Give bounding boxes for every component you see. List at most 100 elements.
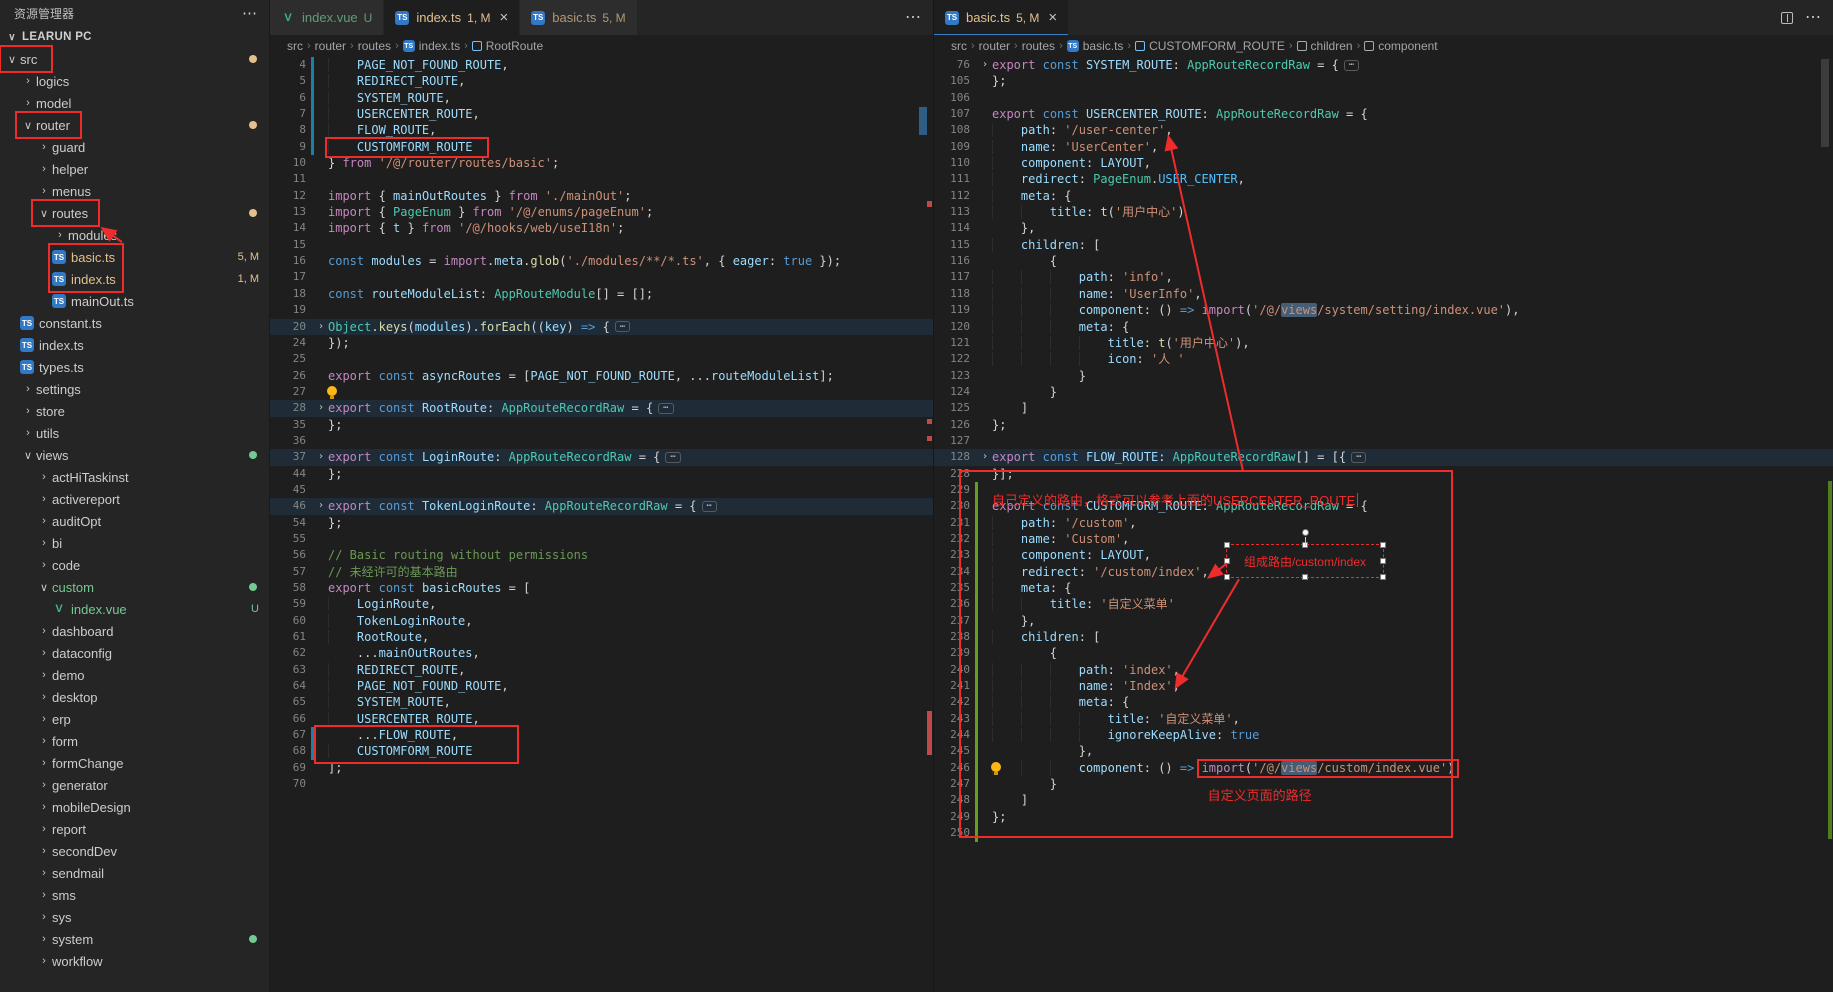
code-line-4[interactable]: 4 PAGE_NOT_FOUND_ROUTE, <box>270 57 933 73</box>
code-line-116[interactable]: 116 { <box>934 253 1833 269</box>
code-line-10[interactable]: 10} from '/@/router/routes/basic'; <box>270 155 933 171</box>
code-line-125[interactable]: 125 ] <box>934 400 1833 416</box>
chevron-right-icon[interactable]: › <box>36 625 52 637</box>
code-line-18[interactable]: 18const routeModuleList: AppRouteModule[… <box>270 286 933 302</box>
chevron-down-icon[interactable]: ∨ <box>20 119 36 132</box>
code-line-19[interactable]: 19 <box>270 302 933 318</box>
chevron-right-icon[interactable]: › <box>36 911 52 923</box>
code-line-250[interactable]: 250 <box>934 825 1833 841</box>
folded-code-ellipsis[interactable]: ⋯ <box>702 501 717 512</box>
code-line-64[interactable]: 64 PAGE_NOT_FOUND_ROUTE, <box>270 678 933 694</box>
code-line-56[interactable]: 56// Basic routing without permissions <box>270 547 933 563</box>
tree-item-settings[interactable]: ›settings <box>0 378 269 400</box>
code-line-246[interactable]: 246 component: () => import('/@/views/cu… <box>934 760 1833 776</box>
tree-item-model[interactable]: ›model <box>0 92 269 114</box>
code-line-105[interactable]: 105}; <box>934 73 1833 89</box>
code-line-20[interactable]: 20›Object.keys(modules).forEach((key) =>… <box>270 319 933 335</box>
code-line-76[interactable]: 76›export const SYSTEM_ROUTE: AppRouteRe… <box>934 57 1833 73</box>
code-line-35[interactable]: 35}; <box>270 417 933 433</box>
close-icon[interactable]: × <box>499 10 508 25</box>
code-line-63[interactable]: 63 REDIRECT_ROUTE, <box>270 662 933 678</box>
code-line-241[interactable]: 241 name: 'Index', <box>934 678 1833 694</box>
code-line-26[interactable]: 26export const asyncRoutes = [PAGE_NOT_F… <box>270 368 933 384</box>
code-line-36[interactable]: 36 <box>270 433 933 449</box>
tab-index.ts[interactable]: TSindex.ts1, M× <box>384 0 519 35</box>
tree-item-sms[interactable]: ›sms <box>0 884 269 906</box>
code-line-240[interactable]: 240 path: 'index', <box>934 662 1833 678</box>
chevron-right-icon[interactable]: › <box>36 471 52 483</box>
code-line-59[interactable]: 59 LoginRoute, <box>270 596 933 612</box>
code-line-24[interactable]: 24}); <box>270 335 933 351</box>
code-line-106[interactable]: 106 <box>934 90 1833 106</box>
code-line-109[interactable]: 109 name: 'UserCenter', <box>934 139 1833 155</box>
split-editor-icon[interactable] <box>1781 12 1793 24</box>
code-line-8[interactable]: 8 FLOW_ROUTE, <box>270 122 933 138</box>
code-line-108[interactable]: 108 path: '/user-center', <box>934 122 1833 138</box>
breadcrumb-item-src[interactable]: src <box>951 39 967 53</box>
fold-collapsed-icon[interactable]: › <box>314 400 328 416</box>
code-line-16[interactable]: 16const modules = import.meta.glob('./mo… <box>270 253 933 269</box>
chevron-right-icon[interactable]: › <box>36 515 52 527</box>
code-line-57[interactable]: 57// 未经许可的基本路由 <box>270 564 933 580</box>
breadcrumb-item-component[interactable]: component <box>1364 39 1437 53</box>
tree-item-mobileDesign[interactable]: ›mobileDesign <box>0 796 269 818</box>
tree-item-types.ts[interactable]: TStypes.ts <box>0 356 269 378</box>
code-line-113[interactable]: 113 title: t('用户中心') <box>934 204 1833 220</box>
tree-item-sendmail[interactable]: ›sendmail <box>0 862 269 884</box>
tree-item-views[interactable]: ∨views <box>0 444 269 466</box>
code-line-245[interactable]: 245 }, <box>934 743 1833 759</box>
chevron-right-icon[interactable]: › <box>36 845 52 857</box>
chevron-right-icon[interactable]: › <box>20 97 36 109</box>
code-line-234[interactable]: 234 redirect: '/custom/index', <box>934 564 1833 580</box>
code-line-55[interactable]: 55 <box>270 531 933 547</box>
code-line-230[interactable]: 230export const CUSTOMFORM_ROUTE: AppRou… <box>934 498 1833 514</box>
code-line-15[interactable]: 15 <box>270 237 933 253</box>
more-actions-icon[interactable]: ⋯ <box>905 10 921 26</box>
code-line-28[interactable]: 28›export const RootRoute: AppRouteRecor… <box>270 400 933 416</box>
fold-collapsed-icon[interactable]: › <box>314 319 328 335</box>
code-line-126[interactable]: 126}; <box>934 417 1833 433</box>
chevron-right-icon[interactable]: › <box>20 75 36 87</box>
tree-item-desktop[interactable]: ›desktop <box>0 686 269 708</box>
tree-item-guard[interactable]: ›guard <box>0 136 269 158</box>
tree-item-routes[interactable]: ∨routes <box>0 202 269 224</box>
code-line-239[interactable]: 239 { <box>934 645 1833 661</box>
tree-item-custom[interactable]: ∨custom <box>0 576 269 598</box>
chevron-right-icon[interactable]: › <box>36 559 52 571</box>
code-line-119[interactable]: 119 component: () => import('/@/views/sy… <box>934 302 1833 318</box>
code-line-61[interactable]: 61 RootRoute, <box>270 629 933 645</box>
code-line-6[interactable]: 6 SYSTEM_ROUTE, <box>270 90 933 106</box>
chevron-right-icon[interactable]: › <box>36 185 52 197</box>
code-line-62[interactable]: 62 ...mainOutRoutes, <box>270 645 933 661</box>
chevron-right-icon[interactable]: › <box>36 801 52 813</box>
tree-item-workflow[interactable]: ›workflow <box>0 950 269 972</box>
code-line-115[interactable]: 115 children: [ <box>934 237 1833 253</box>
tree-item-index.ts[interactable]: TSindex.ts1, M <box>0 268 269 290</box>
tree-item-utils[interactable]: ›utils <box>0 422 269 444</box>
chevron-down-icon[interactable]: ∨ <box>4 53 20 66</box>
tree-item-index.vue[interactable]: Vindex.vueU <box>0 598 269 620</box>
fold-collapsed-icon[interactable]: › <box>314 498 328 514</box>
code-line-112[interactable]: 112 meta: { <box>934 188 1833 204</box>
tree-item-auditOpt[interactable]: ›auditOpt <box>0 510 269 532</box>
breadcrumb-item-CUSTOMFORM_ROUTE[interactable]: CUSTOMFORM_ROUTE <box>1135 39 1285 53</box>
lightbulb-icon[interactable] <box>991 762 1001 772</box>
tree-item-report[interactable]: ›report <box>0 818 269 840</box>
breadcrumb-item-router[interactable]: router <box>979 39 1010 53</box>
code-line-111[interactable]: 111 redirect: PageEnum.USER_CENTER, <box>934 171 1833 187</box>
code-line-243[interactable]: 243 title: '自定义菜单', <box>934 711 1833 727</box>
close-icon[interactable]: × <box>1048 10 1057 25</box>
code-line-25[interactable]: 25 <box>270 351 933 367</box>
tree-item-bi[interactable]: ›bi <box>0 532 269 554</box>
code-line-244[interactable]: 244 ignoreKeepAlive: true <box>934 727 1833 743</box>
chevron-right-icon[interactable]: › <box>52 229 68 241</box>
tree-item-system[interactable]: ›system <box>0 928 269 950</box>
code-line-128[interactable]: 128›export const FLOW_ROUTE: AppRouteRec… <box>934 449 1833 465</box>
folded-code-ellipsis[interactable]: ⋯ <box>665 452 680 463</box>
code-line-65[interactable]: 65 SYSTEM_ROUTE, <box>270 694 933 710</box>
code-line-233[interactable]: 233 component: LAYOUT, <box>934 547 1833 563</box>
code-line-9[interactable]: 9 CUSTOMFORM_ROUTE <box>270 139 933 155</box>
tree-item-actHiTaskinst[interactable]: ›actHiTaskinst <box>0 466 269 488</box>
tree-item-dataconfig[interactable]: ›dataconfig <box>0 642 269 664</box>
tree-item-basic.ts[interactable]: TSbasic.ts5, M <box>0 246 269 268</box>
